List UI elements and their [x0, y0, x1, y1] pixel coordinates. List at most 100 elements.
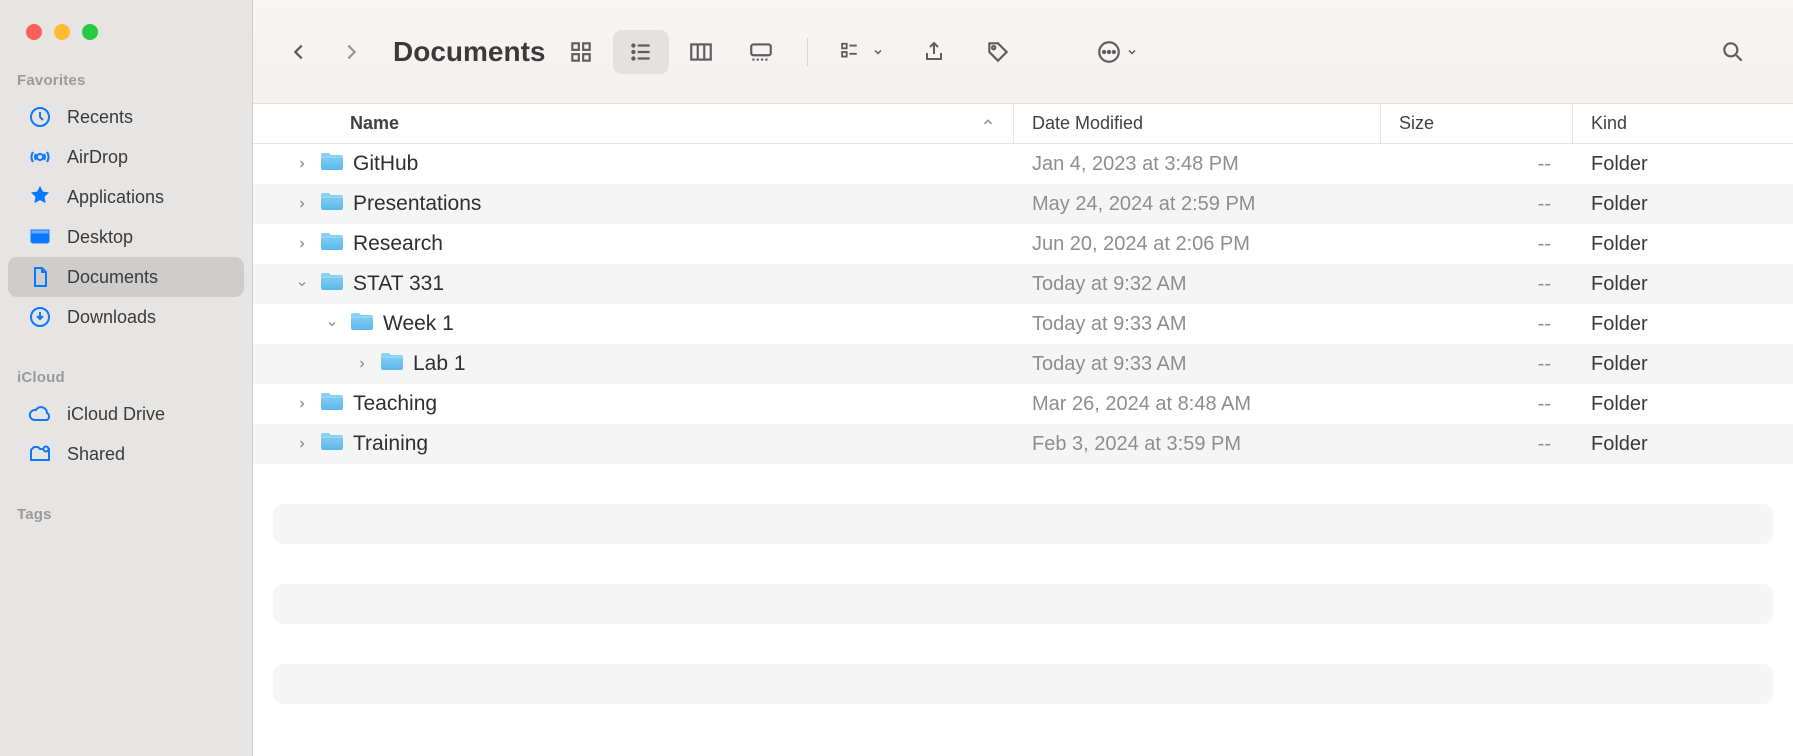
view-mode-group	[553, 30, 789, 74]
table-row[interactable]: Lab 1Today at 9:33 AM--Folder	[253, 344, 1793, 384]
kind-cell: Folder	[1573, 193, 1793, 216]
table-row[interactable]: Training Feb 3, 2024 at 3:59 PM--Folder	[253, 424, 1793, 464]
date-modified-cell: Today at 9:33 AM	[1014, 353, 1381, 376]
column-view-button[interactable]	[673, 30, 729, 74]
table-row[interactable]: PresentationsMay 24, 2024 at 2:59 PM--Fo…	[253, 184, 1793, 224]
chevron-right-icon[interactable]	[353, 358, 371, 370]
file-name-label: Week 1	[383, 312, 454, 336]
empty-row	[253, 464, 1793, 504]
share-button[interactable]	[906, 30, 962, 74]
gallery-view-button[interactable]	[733, 30, 789, 74]
sidebar-item-airdrop[interactable]: AirDrop	[8, 137, 244, 177]
date-modified-cell: Jan 4, 2023 at 3:48 PM	[1014, 153, 1381, 176]
toolbar-separator	[807, 38, 808, 66]
empty-row	[273, 504, 1773, 544]
file-name-label: STAT 331	[353, 272, 444, 296]
window-title: Documents	[393, 36, 545, 68]
forward-button[interactable]	[329, 30, 373, 74]
sidebar-section-icloud: iCloud	[0, 363, 252, 394]
sidebar-item-shared[interactable]: Shared	[8, 434, 244, 474]
folder-icon	[319, 230, 345, 258]
icon-view-button[interactable]	[553, 30, 609, 74]
close-window-button[interactable]	[26, 24, 42, 40]
table-row[interactable]: ResearchJun 20, 2024 at 2:06 PM--Folder	[253, 224, 1793, 264]
column-header-row: Name Date Modified Size Kind	[253, 104, 1793, 144]
date-modified-cell: Today at 9:33 AM	[1014, 313, 1381, 336]
empty-row	[273, 664, 1773, 704]
sort-ascending-icon	[981, 113, 995, 134]
size-cell: --	[1381, 153, 1573, 176]
toolbar: Documents	[253, 0, 1793, 104]
chevron-right-icon[interactable]	[293, 198, 311, 210]
chevron-right-icon[interactable]	[293, 438, 311, 450]
column-header-kind[interactable]: Kind	[1573, 104, 1793, 143]
column-header-size-label: Size	[1399, 113, 1434, 134]
file-name-label: GitHub	[353, 152, 418, 176]
size-cell: --	[1381, 433, 1573, 456]
date-modified-cell: Feb 3, 2024 at 3:59 PM	[1014, 433, 1381, 456]
date-modified-cell: May 24, 2024 at 2:59 PM	[1014, 193, 1381, 216]
shared-folder-icon	[27, 441, 53, 467]
sidebar-item-label: iCloud Drive	[67, 404, 165, 425]
size-cell: --	[1381, 193, 1573, 216]
window-controls	[0, 20, 252, 66]
sidebar-item-label: Documents	[67, 267, 158, 288]
file-name-label: Lab 1	[413, 352, 466, 376]
date-modified-cell: Mar 26, 2024 at 8:48 AM	[1014, 393, 1381, 416]
applications-icon	[27, 184, 53, 210]
folder-icon	[319, 190, 345, 218]
table-row[interactable]: Week 1Today at 9:33 AM--Folder	[253, 304, 1793, 344]
group-by-button[interactable]	[826, 30, 898, 74]
sidebar-item-label: Applications	[67, 187, 164, 208]
sidebar-section-favorites: Favorites	[0, 66, 252, 97]
table-row[interactable]: TeachingMar 26, 2024 at 8:48 AM--Folder	[253, 384, 1793, 424]
cloud-icon	[27, 401, 53, 427]
sidebar-item-label: Downloads	[67, 307, 156, 328]
chevron-right-icon[interactable]	[293, 238, 311, 250]
sidebar-item-applications[interactable]: Applications	[8, 177, 244, 217]
column-header-name[interactable]: Name	[253, 104, 1014, 143]
chevron-down-icon[interactable]	[323, 318, 341, 330]
sidebar-item-downloads[interactable]: Downloads	[8, 297, 244, 337]
file-name-label: Research	[353, 232, 443, 256]
airdrop-icon	[27, 144, 53, 170]
sidebar-item-desktop[interactable]: Desktop	[8, 217, 244, 257]
sidebar-item-recents[interactable]: Recents	[8, 97, 244, 137]
folder-icon	[379, 350, 405, 378]
sidebar-item-label: Shared	[67, 444, 125, 465]
empty-row	[273, 584, 1773, 624]
table-row[interactable]: STAT 331Today at 9:32 AM--Folder	[253, 264, 1793, 304]
kind-cell: Folder	[1573, 433, 1793, 456]
column-header-name-label: Name	[350, 113, 399, 134]
sidebar: Favorites Recents AirDrop Applications D…	[0, 0, 253, 756]
kind-cell: Folder	[1573, 393, 1793, 416]
size-cell: --	[1381, 273, 1573, 296]
sidebar-item-label: Recents	[67, 107, 133, 128]
file-name-label: Teaching	[353, 392, 437, 416]
sidebar-item-icloud-drive[interactable]: iCloud Drive	[8, 394, 244, 434]
minimize-window-button[interactable]	[54, 24, 70, 40]
kind-cell: Folder	[1573, 313, 1793, 336]
folder-icon	[319, 390, 345, 418]
search-button[interactable]	[1705, 30, 1761, 74]
empty-row	[253, 544, 1793, 584]
chevron-right-icon[interactable]	[293, 158, 311, 170]
date-modified-cell: Jun 20, 2024 at 2:06 PM	[1014, 233, 1381, 256]
tags-button[interactable]	[970, 30, 1026, 74]
table-row[interactable]: GitHub Jan 4, 2023 at 3:48 PM--Folder	[253, 144, 1793, 184]
fullscreen-window-button[interactable]	[82, 24, 98, 40]
chevron-down-icon[interactable]	[293, 278, 311, 290]
file-name-label: Training	[353, 432, 428, 456]
size-cell: --	[1381, 353, 1573, 376]
column-header-date[interactable]: Date Modified	[1014, 104, 1381, 143]
list-view-button[interactable]	[613, 30, 669, 74]
back-button[interactable]	[277, 30, 321, 74]
column-header-size[interactable]: Size	[1381, 104, 1573, 143]
main-area: Documents	[253, 0, 1793, 756]
kind-cell: Folder	[1573, 153, 1793, 176]
action-menu-button[interactable]	[1082, 30, 1152, 74]
sidebar-item-documents[interactable]: Documents	[8, 257, 244, 297]
column-header-kind-label: Kind	[1591, 113, 1627, 134]
sidebar-item-label: AirDrop	[67, 147, 128, 168]
chevron-right-icon[interactable]	[293, 398, 311, 410]
